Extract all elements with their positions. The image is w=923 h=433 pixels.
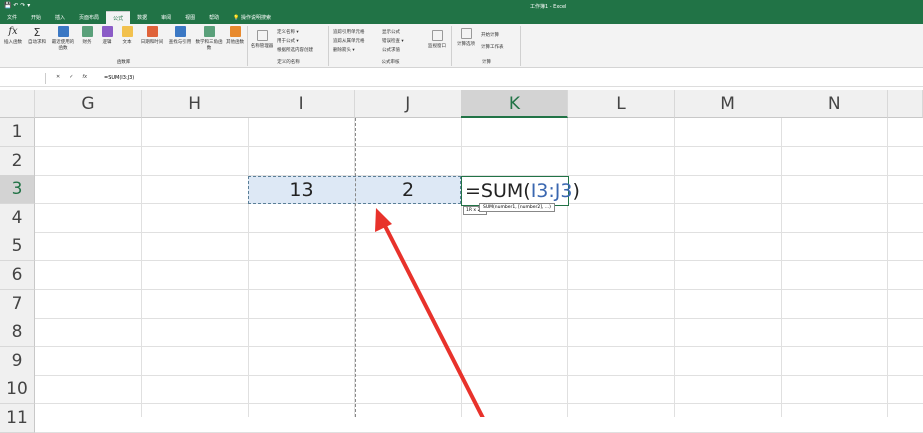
name-manager-icon: [256, 30, 268, 41]
remove-arrows-button[interactable]: 删除箭头 ▾: [333, 47, 355, 53]
insert-function-icon[interactable]: fx: [82, 74, 87, 80]
evaluate-formula-button[interactable]: 公式求值: [382, 47, 400, 53]
group-formula-auditing: 追踪引用单元格 追踪从属单元格 删除箭头 ▾ 显示公式 错误检查 ▾ 公式求值 …: [330, 26, 452, 66]
show-formulas-button[interactable]: 显示公式: [382, 29, 400, 35]
calculation-options-button[interactable]: 计算选项: [453, 28, 479, 47]
tab-review[interactable]: 审阅: [154, 11, 178, 24]
trace-dependents-button[interactable]: 追踪从属单元格: [333, 38, 365, 44]
calculate-now-button[interactable]: 开始计算: [481, 32, 499, 38]
logical-icon: [101, 26, 113, 37]
window-title: 工作簿1 - Excel: [530, 4, 567, 10]
star-book-icon: [57, 26, 69, 37]
ribbon: fx 插入函数 Σ 自动求和 最近使用的函数 财务 逻辑 文本 日期和时间 查找与引…: [0, 24, 923, 68]
tab-home[interactable]: 开始: [24, 11, 48, 24]
group-function-library: fx 插入函数 Σ 自动求和 最近使用的函数 财务 逻辑 文本 日期和时间 查找与引…: [0, 26, 248, 66]
group-defined-names: 名称管理器 定义名称 ▾ 用于公式 ▾ 根据所选内容创建 定义的名称: [249, 26, 329, 66]
calculate-sheet-button[interactable]: 计算工作表: [481, 44, 504, 50]
error-checking-button[interactable]: 错误检查 ▾: [382, 38, 404, 44]
more-functions-button[interactable]: 其他函数: [222, 26, 248, 45]
tab-formulas[interactable]: 公式: [106, 11, 131, 24]
calendar-icon: [146, 26, 158, 37]
red-arrow-annotation: [375, 208, 485, 417]
define-name-button[interactable]: 定义名称 ▾: [277, 29, 299, 35]
calculator-icon: [460, 28, 472, 39]
name-box[interactable]: [0, 73, 46, 84]
financial-icon: [81, 26, 93, 37]
tab-page-layout[interactable]: 页面布局: [72, 11, 106, 24]
use-in-formula-button[interactable]: 用于公式 ▾: [277, 38, 299, 44]
ribbon-tabs: 文件 开始 插入 页面布局 公式 数据 审阅 视图 帮助 💡 操作说明搜索: [0, 11, 278, 24]
cancel-icon[interactable]: ✕: [56, 74, 60, 80]
name-manager-button[interactable]: 名称管理器: [249, 30, 275, 49]
group-calculation: 计算选项 开始计算 计算工作表 计算: [453, 26, 521, 66]
enter-icon[interactable]: ✓: [69, 74, 73, 80]
lookup-icon: [174, 26, 186, 37]
fx-icon: fx: [8, 26, 18, 37]
formula-bar: ✕ ✓ fx =SUM(I3:J3): [0, 71, 923, 87]
tell-me-search[interactable]: 💡 操作说明搜索: [226, 11, 278, 24]
insert-function-button[interactable]: fx 插入函数: [0, 26, 26, 45]
watch-window-button[interactable]: 监视窗口: [424, 30, 450, 49]
tab-file[interactable]: 文件: [0, 11, 24, 24]
math-icon: [203, 26, 215, 37]
watch-window-icon: [431, 30, 443, 41]
tab-data[interactable]: 数据: [130, 11, 154, 24]
tab-help[interactable]: 帮助: [202, 11, 226, 24]
text-icon: [121, 26, 133, 37]
lookup-reference-button[interactable]: 查找与引用: [164, 26, 196, 45]
more-functions-icon: [229, 26, 241, 37]
trace-precedents-button[interactable]: 追踪引用单元格: [333, 29, 365, 35]
quick-access-toolbar[interactable]: 💾 ↶ ↷ ▾: [4, 2, 30, 9]
create-from-selection-button[interactable]: 根据所选内容创建: [277, 47, 313, 53]
tab-view[interactable]: 视图: [178, 11, 202, 24]
recent-functions-button[interactable]: 最近使用的函数: [50, 26, 76, 51]
formula-input[interactable]: =SUM(I3:J3): [104, 75, 134, 81]
math-trig-button[interactable]: 数学和三角函数: [194, 26, 224, 51]
spreadsheet-grid[interactable]: GHIJKLMN 1 2 3 4 5 6 7 8 9 10 11 13 2 =SUM(I3:J3) …: [0, 90, 923, 433]
sigma-icon: Σ: [33, 26, 41, 39]
tab-insert[interactable]: 插入: [48, 11, 72, 24]
autosum-button[interactable]: Σ 自动求和: [24, 26, 50, 45]
